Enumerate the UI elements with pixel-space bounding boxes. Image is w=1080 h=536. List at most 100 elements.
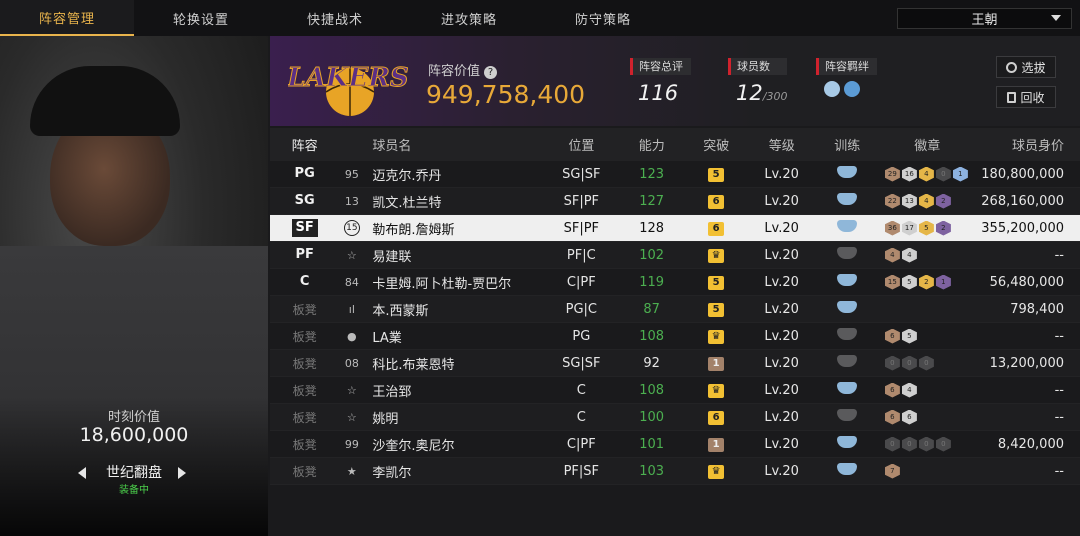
table-row[interactable]: 板凳 99 沙奎尔.奥尼尔 C|PF 101 1 Lv.20 0 0 0 0 8,420,000 xyxy=(270,431,1080,458)
lineup-slot[interactable]: 板凳 xyxy=(270,328,339,345)
lineup-slot[interactable]: 板凳 xyxy=(270,463,339,480)
table-row[interactable]: 板凳 08 科比.布莱恩特 SG|SF 92 1 Lv.20 0 0 0 13,200,000 xyxy=(270,350,1080,377)
help-icon[interactable]: ? xyxy=(484,66,498,79)
training-cell[interactable] xyxy=(815,301,879,317)
col-training[interactable]: 训练 xyxy=(815,135,879,154)
breakthrough-cell: 6 xyxy=(684,220,748,236)
table-row[interactable]: 板凳 ● LA業 PG 108 ♛ Lv.20 6 5 -- xyxy=(270,323,1080,350)
badges-cell[interactable]: 65 xyxy=(879,328,976,344)
training-icon[interactable] xyxy=(837,166,858,178)
badge-count: 0 xyxy=(918,436,934,452)
lineup-slot[interactable]: PG xyxy=(270,165,339,183)
training-icon[interactable] xyxy=(837,355,858,367)
select-button[interactable]: 选拔 xyxy=(996,56,1056,78)
col-lineup[interactable]: 阵容 xyxy=(270,135,339,154)
col-badges[interactable]: 徽章 xyxy=(879,135,975,154)
training-icon[interactable] xyxy=(837,274,858,286)
badges-cell[interactable]: 22 13 4 2 xyxy=(879,193,976,209)
tab-quick-tactics[interactable]: 快捷战术 xyxy=(268,0,402,36)
next-arrow-icon[interactable] xyxy=(178,467,186,479)
bond-icon[interactable] xyxy=(844,81,860,97)
table-row[interactable]: SF 15 勒布朗.詹姆斯 SF|PF 128 6 Lv.20 36 17 5 2 355,200,0… xyxy=(270,215,1080,242)
training-cell[interactable] xyxy=(815,274,879,290)
lineup-slot[interactable]: 板凳 xyxy=(270,382,339,399)
training-cell[interactable] xyxy=(815,193,879,209)
training-icon[interactable] xyxy=(837,463,858,475)
col-position[interactable]: 位置 xyxy=(544,135,619,154)
table-row[interactable]: SG 13 凯文.杜兰特 SF|PF 127 6 Lv.20 22 13 4 2 268,160,00… xyxy=(270,188,1080,215)
badge-count: 6 xyxy=(884,328,900,344)
badges-cell[interactable]: 36 17 5 2 xyxy=(879,220,976,236)
table-row[interactable]: C 84 卡里姆.阿卜杜勒-贾巴尔 C|PF 119 5 Lv.20 15 5 2 1 56,480,… xyxy=(270,269,1080,296)
badge-count: 16 xyxy=(901,166,917,182)
badge-count: 5 xyxy=(901,274,917,290)
training-icon[interactable] xyxy=(837,328,858,340)
badges-cell[interactable]: 29 16 4 0 1 xyxy=(879,166,976,182)
lineup-slot[interactable]: 板凳 xyxy=(270,301,339,318)
badge-count: 17 xyxy=(901,220,917,236)
training-cell[interactable] xyxy=(815,463,879,479)
badge-count: 13 xyxy=(901,193,917,209)
training-icon[interactable] xyxy=(837,193,858,205)
lineup-slot[interactable]: C xyxy=(270,273,339,291)
lineup-slot[interactable]: SF xyxy=(270,219,339,237)
training-cell[interactable] xyxy=(815,328,879,344)
training-cell[interactable] xyxy=(815,247,879,263)
bond-icon[interactable] xyxy=(824,81,840,97)
badge-count: 1 xyxy=(952,166,968,182)
lineup-slot[interactable]: SG xyxy=(270,192,339,210)
player-cap-image xyxy=(30,66,180,136)
table-row[interactable]: 板凳 ★ 李凯尔 PF|SF 103 ♛ Lv.20 7 -- xyxy=(270,458,1080,485)
badge-count: 2 xyxy=(935,220,951,236)
training-cell[interactable] xyxy=(815,166,879,182)
tab-lineup-management[interactable]: 阵容管理 xyxy=(0,0,134,36)
badges-cell[interactable]: 64 xyxy=(879,382,976,398)
lineup-slot[interactable]: 板凳 xyxy=(270,409,339,426)
badges-cell[interactable]: 000 xyxy=(879,355,976,371)
training-cell[interactable] xyxy=(815,382,879,398)
player-value: 268,160,000 xyxy=(981,193,1064,209)
training-cell[interactable] xyxy=(815,436,879,452)
breakthrough-cell: 6 xyxy=(684,193,748,209)
col-breakthrough[interactable]: 突破 xyxy=(684,135,748,154)
training-icon[interactable] xyxy=(837,382,858,394)
recycle-button[interactable]: 回收 xyxy=(996,86,1056,108)
training-cell[interactable] xyxy=(815,220,879,236)
training-icon[interactable] xyxy=(837,409,858,421)
player-name: 姚明 xyxy=(372,411,399,427)
rating-stat: 阵容总评 116 xyxy=(630,58,691,105)
badges-cell[interactable]: 66 xyxy=(879,409,976,425)
col-ability[interactable]: 能力 xyxy=(619,135,685,154)
table-row[interactable]: PG 95 迈克尔.乔丹 SG|SF 123 5 Lv.20 29 16 4 0 1 180,800,0… xyxy=(270,161,1080,188)
table-row[interactable]: PF ☆ 易建联 PF|C 102 ♛ Lv.20 4 4 -- xyxy=(270,242,1080,269)
col-level[interactable]: 等级 xyxy=(748,135,815,154)
tab-offense-strategy[interactable]: 进攻策略 xyxy=(402,0,536,36)
training-icon[interactable] xyxy=(837,436,858,448)
table-row[interactable]: 板凳 ☆ 王治郅 C 108 ♛ Lv.20 6 4 -- xyxy=(270,377,1080,404)
badges-cell[interactable]: 0000 xyxy=(879,436,976,452)
badges-cell[interactable]: 15 5 2 1 xyxy=(879,274,976,290)
col-name[interactable]: 球员名 xyxy=(364,135,543,154)
lineup-slot[interactable]: 板凳 xyxy=(270,355,339,372)
tab-defense-strategy[interactable]: 防守策略 xyxy=(536,0,670,36)
breakthrough-cell: ♛ xyxy=(684,247,748,263)
badge-count: 0 xyxy=(918,355,934,371)
table-row[interactable]: 板凳 ıl 本.西蒙斯 PG|C 87 5 Lv.20 798,400 xyxy=(270,296,1080,323)
training-icon[interactable] xyxy=(837,220,858,232)
badges-cell[interactable]: 44 xyxy=(879,247,976,263)
lineup-slot[interactable]: PF xyxy=(270,246,339,264)
badges-cell[interactable]: 7 xyxy=(879,463,976,479)
tab-rotation-settings[interactable]: 轮换设置 xyxy=(134,0,268,36)
team-select-dropdown[interactable]: 王朝 xyxy=(897,8,1072,29)
col-player-value[interactable]: 球员身价 xyxy=(975,135,1080,154)
players-value: 12/300 xyxy=(736,81,788,105)
training-cell[interactable] xyxy=(815,409,879,425)
training-icon[interactable] xyxy=(837,301,858,313)
lineup-slot[interactable]: 板凳 xyxy=(270,436,339,453)
player-value: 180,800,000 xyxy=(981,166,1064,182)
table-row[interactable]: 板凳 ☆ 姚明 C 100 6 Lv.20 6 6 -- xyxy=(270,404,1080,431)
training-icon[interactable] xyxy=(837,247,858,259)
jersey-number-text: 13 xyxy=(344,194,359,208)
player-level: Lv.20 xyxy=(764,301,799,317)
training-cell[interactable] xyxy=(815,355,879,371)
